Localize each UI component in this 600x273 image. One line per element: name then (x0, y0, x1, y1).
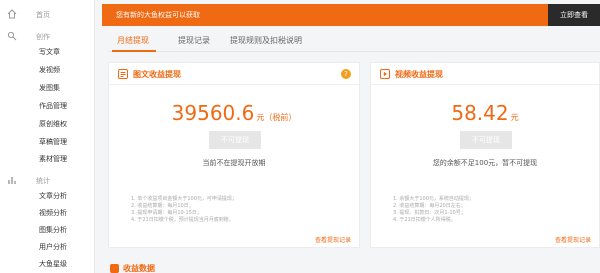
sidebar-item-post-gallery[interactable]: 发图集 (39, 82, 95, 95)
view-now-button[interactable]: 立即查看 (548, 4, 600, 26)
sidebar-home[interactable]: 首页 (0, 8, 95, 22)
sidebar-item-works-management[interactable]: 作品管理 (39, 100, 95, 113)
sidebar-item-article-analysis[interactable]: 文章分析 (39, 190, 95, 203)
video-amount-row: 58.42 元 (371, 101, 599, 125)
video-rules: 1. 余额大于100元，系统自动提现； 2. 收益结算期：每月20日左右； 3.… (393, 196, 474, 224)
article-rules: 1. 单个收益项目金额大于100元，可申请提现； 2. 收益结算期：每月10日；… (131, 196, 237, 224)
sidebar-item-materials[interactable]: 素材管理 (39, 153, 95, 166)
sidebar-item-post-video[interactable]: 发视频 (39, 64, 95, 77)
page: 首页 创作 写文章 发视频 发图集 作品管理 原创维权 草稿管理 素材管理 统计… (0, 0, 600, 273)
sidebar-group-stats-label: 统计 (36, 177, 50, 185)
video-status-text: 您的余额不足100元，暂不可提现 (432, 159, 538, 167)
banner-text: 您有新的大鱼权益可以获取 (116, 11, 200, 19)
tab-withdrawal-records[interactable]: 提现记录 (178, 35, 210, 46)
tab-bar: 月结提现 提现记录 提现规则及扣税说明 (108, 30, 600, 52)
article-view-records-link[interactable]: 查看提现记录 (315, 235, 351, 244)
sidebar-item-write-article[interactable]: 写文章 (39, 46, 95, 59)
sidebar-group-create-label: 创作 (36, 33, 50, 41)
sidebar-item-original-protection[interactable]: 原创维权 (39, 118, 95, 131)
rule-line: 3. 提现、扣款日：次月1-10号； (393, 210, 466, 216)
video-amount: 58.42 (451, 101, 509, 125)
help-icon[interactable]: ? (341, 69, 351, 79)
rule-line: 2. 收益结算期：每月10日； (131, 203, 194, 209)
section-icon (110, 264, 119, 273)
sidebar-group-create: 创作 (0, 30, 95, 44)
sidebar-group-stats: 统计 (0, 174, 95, 188)
rule-line: 1. 余额大于100元，系统自动提现； (393, 196, 474, 202)
play-icon (380, 69, 390, 79)
sidebar: 首页 创作 写文章 发视频 发图集 作品管理 原创维权 草稿管理 素材管理 统计… (0, 0, 95, 273)
article-amount-unit: 元（税前） (256, 113, 297, 122)
article-earnings-title: 图文收益提现 (133, 70, 181, 79)
video-amount-unit: 元 (510, 113, 519, 122)
video-earnings-card: 视频收益提现 58.42 元 不可提现 您的余额不足100元，暂不可提现 1. 余… (370, 62, 600, 248)
sidebar-home-label: 首页 (36, 11, 50, 19)
card-header: 视频收益提现 (371, 63, 599, 85)
card-header: 图文收益提现 ? (109, 63, 359, 85)
article-status-text: 当前不在提现开放期 (202, 159, 266, 167)
sidebar-item-gallery-analysis[interactable]: 图集分析 (39, 224, 95, 237)
earnings-data-section: 收益数据 (108, 262, 600, 273)
article-amount: 39560.6 (171, 101, 255, 125)
article-withdraw-button[interactable]: 不可提现 (209, 131, 261, 149)
pen-icon (7, 31, 17, 41)
video-withdraw-button[interactable]: 不可提现 (460, 131, 512, 149)
sidebar-item-drafts[interactable]: 草稿管理 (39, 136, 95, 149)
main-content: 您有新的大鱼权益可以获取 立即查看 月结提现 提现记录 提现规则及扣税说明 图文… (102, 0, 600, 273)
article-earnings-card: 图文收益提现 ? 39560.6 元（税前） 不可提现 当前不在提现开放期 1. … (108, 62, 360, 248)
bar-chart-icon (8, 177, 16, 184)
home-icon (7, 9, 17, 19)
sidebar-item-user-analysis[interactable]: 用户分析 (39, 241, 95, 254)
video-earnings-title: 视频收益提现 (395, 70, 443, 79)
rule-line: 1. 单个收益项目金额大于100元，可申请提现； (131, 196, 237, 202)
rule-line: 4. 于21日扣缴个人所得税。 (393, 217, 456, 223)
rule-line: 3. 提现申请期：每月10-15日； (131, 210, 202, 216)
active-tab-indicator (112, 50, 156, 52)
image-text-icon (118, 69, 128, 79)
article-amount-row: 39560.6 元（税前） (109, 101, 359, 125)
sidebar-item-video-analysis[interactable]: 视频分析 (39, 207, 95, 220)
rule-line: 2. 收益结算期：每月20日左右； (393, 203, 466, 209)
section-title: 收益数据 (123, 264, 155, 273)
sidebar-item-dayu-rating[interactable]: 大鱼星级 (39, 258, 95, 271)
tab-monthly-withdrawal[interactable]: 月结提现 (117, 35, 149, 46)
video-view-records-link[interactable]: 查看提现记录 (555, 235, 591, 244)
rule-line: 4. 于21日扣缴个税，预计提现当月月底到账。 (131, 217, 234, 223)
notice-banner: 您有新的大鱼权益可以获取 立即查看 (102, 4, 600, 26)
tab-withdrawal-rules[interactable]: 提现规则及扣税说明 (230, 35, 302, 46)
